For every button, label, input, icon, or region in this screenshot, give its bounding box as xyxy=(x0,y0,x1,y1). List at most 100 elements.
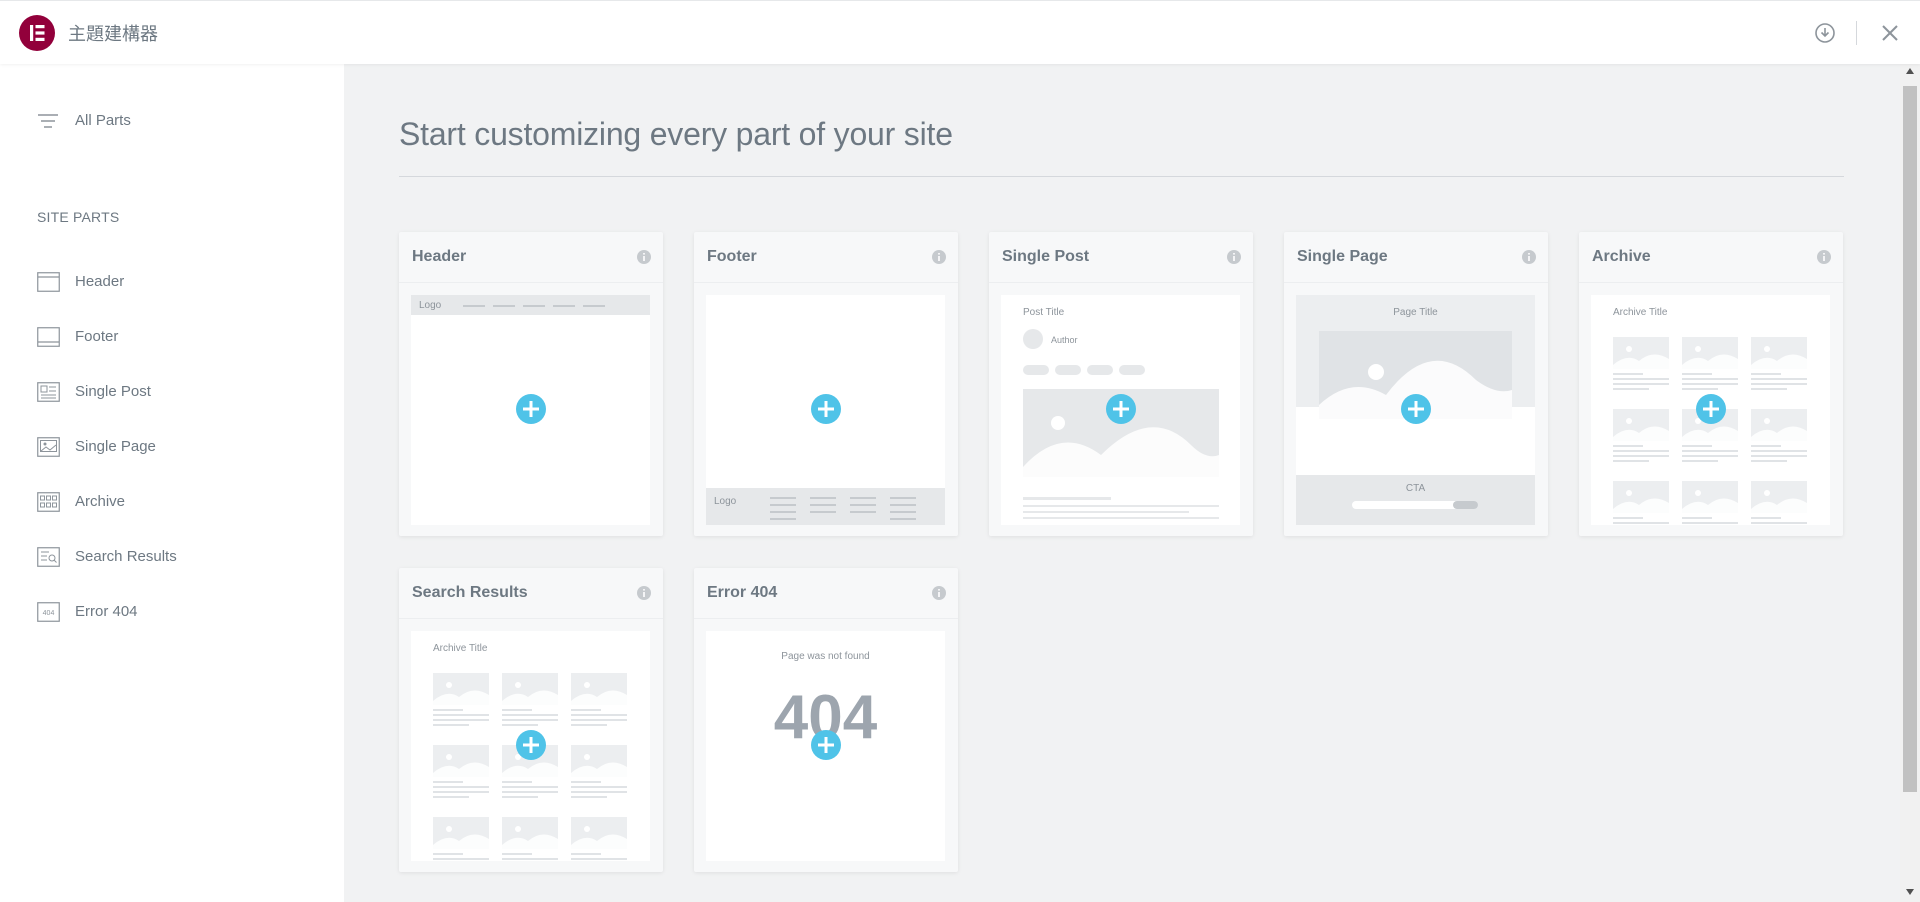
add-single-post-button[interactable] xyxy=(1105,393,1137,425)
card-single-post[interactable]: Single Post Post Title Author xyxy=(989,232,1253,536)
thumbnail-sun xyxy=(446,754,452,760)
text-line-placeholder xyxy=(502,858,558,860)
card-title: Error 404 xyxy=(707,584,778,601)
post-title-text: Post Title xyxy=(1023,307,1065,318)
text-line-placeholder xyxy=(433,709,463,711)
single-post-icon xyxy=(37,382,60,402)
text-line-placeholder xyxy=(1682,455,1738,457)
text-line-placeholder xyxy=(1613,445,1643,447)
card-header[interactable]: Header Logo xyxy=(399,232,663,536)
info-icon[interactable] xyxy=(932,586,946,600)
info-icon[interactable] xyxy=(637,586,651,600)
text-line-placeholder xyxy=(1751,388,1787,390)
text-line-placeholder xyxy=(502,786,558,788)
card-error-404[interactable]: Error 404 Page was not found 404 xyxy=(694,568,958,872)
sidebar-item-archive[interactable]: Archive xyxy=(37,487,307,517)
text-line-placeholder xyxy=(1613,455,1669,457)
svg-text:404: 404 xyxy=(43,610,55,617)
info-icon[interactable] xyxy=(932,250,946,264)
card-head: Single Post xyxy=(989,232,1253,283)
sidebar-item-all-parts[interactable]: All Parts xyxy=(37,106,297,136)
info-icon[interactable] xyxy=(1817,250,1831,264)
download-icon[interactable] xyxy=(1814,22,1836,44)
text-line-placeholder xyxy=(1682,460,1718,462)
text-line-placeholder xyxy=(433,853,463,855)
card-archive[interactable]: Archive Archive Title xyxy=(1579,232,1843,536)
text-line-placeholder xyxy=(1751,517,1781,519)
thumbnail-sun xyxy=(446,682,452,688)
text-line-placeholder xyxy=(502,796,538,798)
card-head: Search Results xyxy=(399,568,663,619)
header-divider xyxy=(1856,21,1857,45)
scrollbar[interactable] xyxy=(1900,64,1920,902)
card-title: Footer xyxy=(707,248,757,265)
header-logo-text: Logo xyxy=(419,300,442,311)
card-search-results[interactable]: Search Results Archive Title xyxy=(399,568,663,872)
text-line-placeholder xyxy=(1613,460,1649,462)
text-line-placeholder xyxy=(571,796,607,798)
info-icon[interactable] xyxy=(637,250,651,264)
text-line-placeholder xyxy=(502,724,538,726)
add-error-404-button[interactable] xyxy=(810,729,842,761)
text-line-placeholder xyxy=(571,719,627,721)
add-single-page-button[interactable] xyxy=(1400,393,1432,425)
text-line-placeholder xyxy=(1751,450,1807,452)
close-icon[interactable] xyxy=(1879,22,1901,44)
sidebar-item-header[interactable]: Header xyxy=(37,267,307,297)
add-header-button[interactable] xyxy=(515,393,547,425)
cta-text: CTA xyxy=(1406,483,1426,494)
sidebar-item-search-results[interactable]: Search Results xyxy=(37,542,307,572)
text-line-placeholder xyxy=(1613,517,1643,519)
sidebar-item-label: Error 404 xyxy=(75,603,138,620)
info-icon[interactable] xyxy=(1522,250,1536,264)
scroll-down-arrow-icon[interactable] xyxy=(1906,889,1914,895)
text-line-placeholder xyxy=(571,781,601,783)
card-head: Footer xyxy=(694,232,958,283)
sidebar-item-footer[interactable]: Footer xyxy=(37,322,307,352)
sidebar-item-label: All Parts xyxy=(75,112,131,129)
sidebar-item-single-page[interactable]: Single Page xyxy=(37,432,307,462)
thumbnail-sun xyxy=(515,682,521,688)
thumbnail-sun xyxy=(1626,346,1632,352)
thumbnail-sun xyxy=(1626,418,1632,424)
text-line-placeholder xyxy=(433,714,489,716)
card-single-page[interactable]: Single Page Page Title CTA xyxy=(1284,232,1548,536)
card-title: Header xyxy=(412,248,467,265)
text-line-placeholder xyxy=(1613,388,1649,390)
text-line-placeholder xyxy=(1682,522,1738,524)
text-line-placeholder xyxy=(433,781,463,783)
info-icon[interactable] xyxy=(1227,250,1241,264)
archive-title-text: Archive Title xyxy=(433,643,488,654)
scroll-up-arrow-icon[interactable] xyxy=(1906,68,1914,74)
app-title: 主題建構器 xyxy=(68,24,158,44)
text-line-placeholder xyxy=(1751,522,1807,524)
elementor-logo-icon xyxy=(19,15,55,51)
card-head: Error 404 xyxy=(694,568,958,619)
text-line-placeholder xyxy=(502,714,558,716)
sidebar-item-error-404[interactable]: 404 Error 404 xyxy=(37,597,307,627)
card-footer[interactable]: Footer Logo xyxy=(694,232,958,536)
text-line-placeholder xyxy=(1682,445,1712,447)
add-footer-button[interactable] xyxy=(810,393,842,425)
text-line-placeholder xyxy=(571,709,601,711)
card-title: Search Results xyxy=(412,584,528,601)
text-line-placeholder xyxy=(571,724,607,726)
archive-grid xyxy=(433,673,627,860)
sidebar-item-single-post[interactable]: Single Post xyxy=(37,377,307,407)
footer-logo-text: Logo xyxy=(714,496,737,507)
add-archive-button[interactable] xyxy=(1695,393,1727,425)
add-search-results-button[interactable] xyxy=(515,729,547,761)
card-head: Header xyxy=(399,232,663,283)
sidebar: All Parts SITE PARTS Header Footer Singl… xyxy=(0,64,344,902)
site-parts-heading: SITE PARTS xyxy=(37,209,120,225)
text-line-placeholder xyxy=(1682,373,1712,375)
sidebar-item-label: Single Page xyxy=(75,438,156,455)
error-404-icon: 404 xyxy=(37,602,60,622)
text-line-placeholder xyxy=(1682,383,1738,385)
thumbnail-sun xyxy=(1695,346,1701,352)
card-head: Archive xyxy=(1579,232,1843,283)
thumbnail-sun xyxy=(1764,346,1770,352)
scrollbar-thumb[interactable] xyxy=(1903,86,1917,792)
text-line-placeholder xyxy=(571,791,627,793)
thumbnail-sun xyxy=(1764,490,1770,496)
